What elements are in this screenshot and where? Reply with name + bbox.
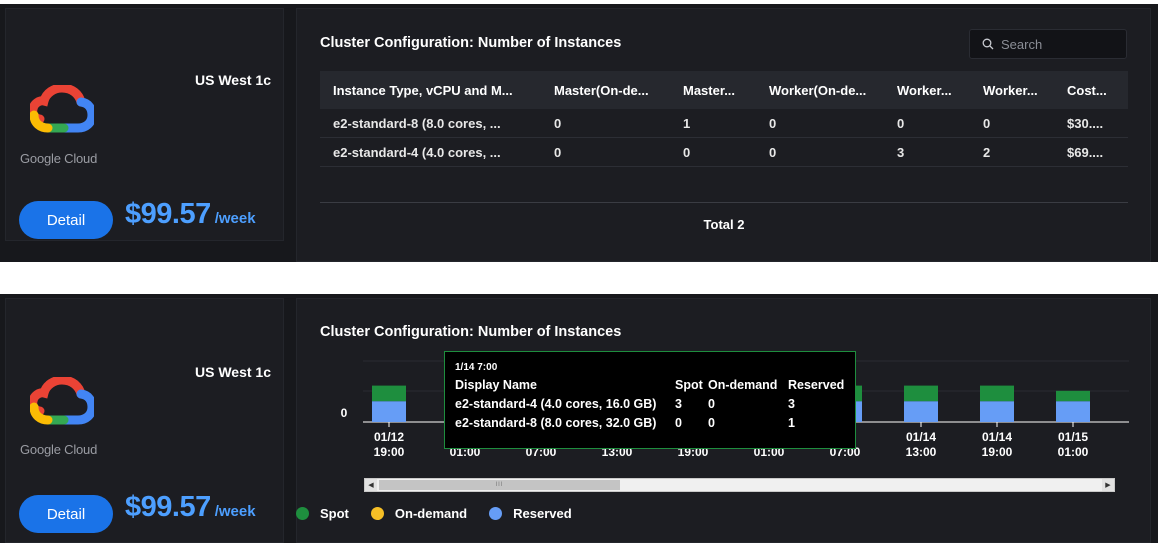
column-header-master-on-demand[interactable]: Master(On-de... [541,83,670,98]
search-icon [982,38,994,50]
table-header: Instance Type, vCPU and M... Master(On-d… [320,71,1128,109]
cluster-chart-panel: US West 1c Google Cloud Detail $99.57/we… [0,294,1158,543]
table-cell: 0 [983,115,991,131]
table-cell: e2-standard-4 (4.0 cores, ... [333,144,501,160]
tooltip-table: Display Name Spot On-demand Reserved e2-… [455,378,855,430]
card-title: Cluster Configuration: Number of Instanc… [320,35,622,51]
tooltip-header: Reserved [788,378,845,392]
x-tick-label-date: 01/14 [906,430,936,444]
table-row[interactable]: e2-standard-4 (4.0 cores, ... 0 0 0 3 2 … [320,138,1128,167]
table-cell: 0 [897,115,905,131]
x-tick-label-time: 01:00 [1058,445,1089,459]
table-cell: 1 [683,115,691,131]
price-unit: /week [214,503,256,520]
table-cell: 0 [554,144,562,160]
bar-segment-reserved [904,401,938,422]
legend-dot-on-demand [370,507,384,520]
tooltip-cell: 3 [675,397,682,411]
bar-segment-spot [1056,390,1090,402]
cluster-configuration-card: Cluster Configuration: Number of Instanc… [296,8,1151,262]
table-cell: 0 [554,115,562,131]
tooltip-cell: e2-standard-4 (4.0 cores, 16.0 GB) [455,397,657,411]
legend-label: Reserved [513,506,572,521]
legend-item-spot[interactable]: Spot [296,506,349,521]
scroll-right-arrow-icon[interactable]: ▶ [1102,479,1114,491]
bar-segment-reserved [372,401,406,422]
search-input[interactable] [1001,36,1121,52]
table-cell: 0 [769,144,777,160]
x-tick-label-date: 01/14 [982,430,1012,444]
tooltip-cell: 0 [708,397,715,411]
tooltip-cell: 0 [675,416,682,430]
column-header-worker[interactable]: Worker... [884,83,970,98]
provider-logo-text: Google Cloud [20,151,98,166]
column-header-master[interactable]: Master... [670,83,756,98]
chart-horizontal-scrollbar[interactable]: ◀ III ▶ [364,478,1115,492]
tooltip-cell: e2-standard-8 (8.0 cores, 32.0 GB) [455,416,657,430]
provider-logo-text: Google Cloud [20,442,98,457]
legend-item-reserved[interactable]: Reserved [489,506,572,521]
tooltip-cell: 3 [788,397,795,411]
table-cell: 3 [897,144,905,160]
x-tick-label-date: 01/12 [374,430,404,444]
table-cell: 0 [683,144,691,160]
y-tick-label: 0 [341,406,348,420]
cluster-table-panel: US West 1c Google Cloud Detail $99.57/we… [0,4,1158,262]
chart-tooltip: 1/14 7:00 Display Name Spot On-demand Re… [444,351,856,449]
table-cell: 2 [983,144,991,160]
column-header-worker-on-demand[interactable]: Worker(On-de... [756,83,884,98]
instances-table: Instance Type, vCPU and M... Master(On-d… [320,71,1128,167]
scroll-thumb[interactable]: III [379,480,620,490]
legend-label: On-demand [394,506,468,521]
google-cloud-icon [30,85,94,133]
table-cell: $69.... [1067,144,1104,160]
table-cell: e2-standard-8 (8.0 cores, ... [333,115,501,131]
weekly-price: $99.57/week [125,491,256,524]
column-header-instance-type[interactable]: Instance Type, vCPU and M... [320,83,541,98]
provider-summary-card: US West 1c Google Cloud Detail $99.57/we… [5,8,284,241]
legend-dot-reserved [489,507,503,520]
price-amount: $99.57 [125,198,211,230]
provider-summary-card: US West 1c Google Cloud Detail $99.57/we… [5,298,284,543]
scroll-left-arrow-icon[interactable]: ◀ [365,479,377,491]
x-tick-label-time: 19:00 [982,445,1013,459]
region-label: US West 1c [195,72,271,88]
table-cell: $30.... [1067,115,1104,131]
column-header-worker-2[interactable]: Worker... [970,83,1054,98]
tooltip-time: 1/14 7:00 [455,362,498,373]
google-cloud-icon [30,377,94,425]
table-cell: 0 [769,115,777,131]
legend-label: Spot [320,506,349,521]
bar-segment-reserved [980,401,1014,422]
detail-button[interactable]: Detail [19,201,113,239]
tooltip-header: Spot [675,378,703,392]
bar-segment-spot [980,385,1014,402]
table-total: Total 2 [320,202,1128,246]
legend-item-on-demand[interactable]: On-demand [370,506,468,521]
weekly-price: $99.57/week [125,198,256,231]
tooltip-cell: 1 [788,416,795,430]
region-label: US West 1c [195,364,271,380]
column-header-cost[interactable]: Cost... [1054,83,1128,98]
price-amount: $99.57 [125,491,211,523]
x-tick-label-time: 19:00 [374,445,405,459]
x-tick-label-time: 13:00 [906,445,937,459]
bar-segment-spot [372,385,406,402]
search-box[interactable] [969,29,1127,59]
table-row[interactable]: e2-standard-8 (8.0 cores, ... 0 1 0 0 0 … [320,109,1128,138]
price-unit: /week [214,210,256,227]
tooltip-header: Display Name [455,378,537,392]
legend-dot-spot [296,507,309,520]
x-tick-label-date: 01/15 [1058,430,1088,444]
tooltip-cell: 0 [708,416,715,430]
detail-button[interactable]: Detail [19,495,113,533]
bar-segment-reserved [1056,401,1090,422]
tooltip-header: On-demand [708,378,778,392]
chart-legend: Spot On-demand Reserved [296,506,572,521]
bar-segment-spot [904,385,938,402]
